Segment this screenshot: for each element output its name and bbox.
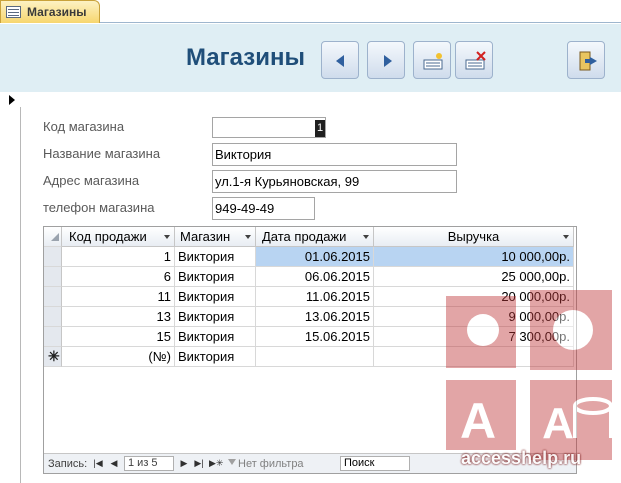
- watermark-text: accesshelp.ru: [461, 448, 582, 468]
- store-phone-field[interactable]: 949-49-49: [212, 197, 315, 220]
- filter-status[interactable]: Нет фильтра: [238, 458, 304, 470]
- store-name-field[interactable]: Виктория: [212, 143, 457, 166]
- sale-date-cell[interactable]: 11.06.2015: [256, 287, 374, 307]
- store-address-label: Адрес магазина: [43, 173, 140, 188]
- arrow-left-icon: [336, 55, 344, 67]
- record-counter[interactable]: 1 из 5: [124, 456, 174, 471]
- store-name-label: Название магазина: [43, 146, 161, 161]
- next-record-button[interactable]: [367, 41, 405, 79]
- store-address-field[interactable]: ул.1-я Курьяновская, 99: [212, 170, 457, 193]
- sale-code-cell[interactable]: 13: [62, 307, 175, 327]
- store-new-cell[interactable]: Виктория: [175, 347, 256, 367]
- column-header-sale-code[interactable]: Код продажи: [62, 227, 175, 247]
- select-all-corner[interactable]: [44, 227, 62, 247]
- row-selector[interactable]: [44, 267, 62, 287]
- column-dropdown-icon[interactable]: [563, 235, 569, 239]
- svg-text:A: A: [460, 393, 496, 449]
- delete-record-icon: [465, 51, 486, 70]
- form-icon: [6, 6, 21, 18]
- new-record-star-icon: ✳: [48, 348, 60, 364]
- previous-record-button[interactable]: [321, 41, 359, 79]
- row-selector[interactable]: [44, 307, 62, 327]
- store-cell[interactable]: Виктория: [175, 327, 256, 347]
- revenue-cell[interactable]: 10 000,00р.: [374, 247, 574, 267]
- row-selector[interactable]: [44, 247, 62, 267]
- column-header-label: Выручка: [447, 229, 500, 244]
- new-record-button[interactable]: [413, 41, 451, 79]
- new-record-icon: [423, 53, 443, 70]
- sale-date-cell[interactable]: 01.06.2015: [256, 247, 374, 267]
- sale-code-new-cell[interactable]: (№): [62, 347, 175, 367]
- form-title: Магазины: [186, 44, 305, 71]
- record-selector[interactable]: [0, 92, 21, 107]
- document-tab-label: Магазины: [27, 5, 87, 19]
- text-caret: 1: [315, 120, 325, 137]
- delete-record-button[interactable]: [455, 41, 493, 79]
- document-tab-strip: Магазины: [0, 0, 621, 23]
- last-record-icon[interactable]: ▶|: [193, 457, 205, 470]
- arrow-right-icon: [384, 55, 392, 67]
- record-selector-strip: [0, 92, 21, 483]
- new-row-selector[interactable]: ✳: [44, 347, 62, 367]
- form-header: Магазины: [0, 24, 621, 92]
- search-input[interactable]: Поиск: [340, 456, 410, 471]
- column-header-label: Магазин: [180, 229, 231, 244]
- row-selector[interactable]: [44, 327, 62, 347]
- sale-date-cell[interactable]: 06.06.2015: [256, 267, 374, 287]
- select-all-icon: [51, 233, 59, 241]
- column-header-sale-date[interactable]: Дата продажи: [256, 227, 374, 247]
- next-record-icon[interactable]: ▶: [178, 457, 190, 470]
- record-nav-label: Запись:: [48, 458, 88, 470]
- revenue-cell[interactable]: 25 000,00р.: [374, 267, 574, 287]
- first-record-icon[interactable]: |◀: [92, 457, 104, 470]
- store-cell[interactable]: Виктория: [175, 247, 256, 267]
- store-cell[interactable]: Виктория: [175, 307, 256, 327]
- store-cell[interactable]: Виктория: [175, 287, 256, 307]
- sale-date-new-cell[interactable]: [256, 347, 374, 367]
- store-cell[interactable]: Виктория: [175, 267, 256, 287]
- exit-door-icon: [579, 51, 597, 71]
- sale-date-cell[interactable]: 13.06.2015: [256, 307, 374, 327]
- store-code-field[interactable]: 1: [212, 117, 326, 138]
- sale-code-cell[interactable]: 6: [62, 267, 175, 287]
- store-code-label: Код магазина: [43, 119, 125, 134]
- sale-code-cell[interactable]: 1: [62, 247, 175, 267]
- prev-record-icon[interactable]: ◀: [108, 457, 120, 470]
- column-dropdown-icon[interactable]: [245, 235, 251, 239]
- new-record-nav-icon[interactable]: ▶✳: [209, 457, 223, 470]
- document-tab[interactable]: Магазины: [0, 0, 100, 23]
- column-header-label: Код продажи: [69, 229, 147, 244]
- close-form-button[interactable]: [567, 41, 605, 79]
- svg-text:A: A: [542, 399, 574, 448]
- sale-code-cell[interactable]: 15: [62, 327, 175, 347]
- access-form-window: Магазины Магазины Код магазина 1 Названи…: [0, 0, 621, 483]
- column-dropdown-icon[interactable]: [164, 235, 170, 239]
- filter-icon: [228, 459, 236, 467]
- sale-code-cell[interactable]: 11: [62, 287, 175, 307]
- store-phone-label: телефон магазина: [43, 200, 155, 215]
- sale-date-cell[interactable]: 15.06.2015: [256, 327, 374, 347]
- column-dropdown-icon[interactable]: [363, 235, 369, 239]
- column-header-store[interactable]: Магазин: [175, 227, 256, 247]
- current-record-arrow-icon: [9, 95, 15, 105]
- row-selector[interactable]: [44, 287, 62, 307]
- column-header-label: Дата продажи: [262, 229, 347, 244]
- column-header-revenue[interactable]: Выручка: [374, 227, 574, 247]
